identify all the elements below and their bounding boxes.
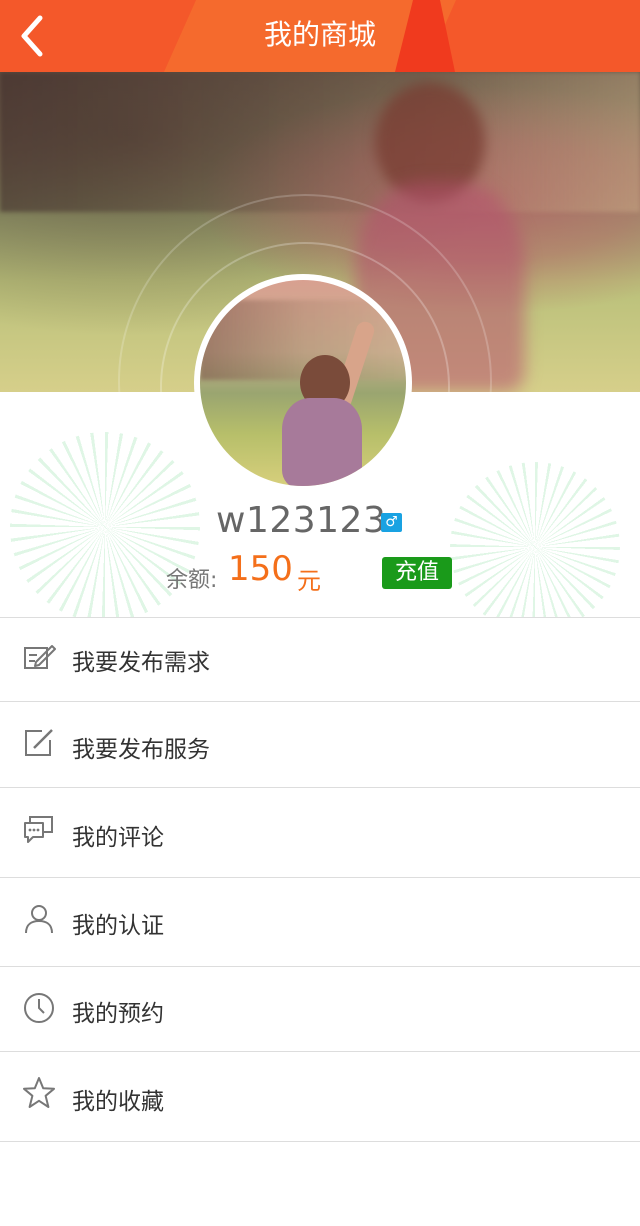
menu-item-publish-service[interactable]: 我要发布服务 (0, 702, 640, 788)
male-icon: ♂ (381, 513, 402, 532)
edit-square-icon (25, 729, 53, 756)
recharge-button[interactable]: 充值 (382, 557, 452, 589)
menu-item-publish-demand[interactable]: 我要发布需求 (0, 618, 640, 702)
menu-item-label: 我的评论 (72, 825, 164, 851)
menu-item-label: 我要发布服务 (72, 737, 210, 763)
menu-list: 我要发布需求 我要发布服务 我的评论 我的认证 我的预约 我的收藏 (0, 617, 640, 1142)
edit-document-icon (24, 645, 56, 669)
balance-label: 余额: (166, 568, 218, 593)
balance-value: 150 (228, 549, 293, 589)
chevron-left-icon (21, 15, 43, 57)
clock-icon (24, 993, 54, 1023)
menu-item-certification[interactable]: 我的认证 (0, 878, 640, 967)
balance-unit: 元 (297, 567, 321, 595)
dandelion-decoration (450, 462, 620, 617)
back-button[interactable] (0, 0, 72, 72)
menu-item-comments[interactable]: 我的评论 (0, 788, 640, 878)
avatar-photo (200, 280, 406, 486)
menu-item-favorites[interactable]: 我的收藏 (0, 1052, 640, 1142)
username: w123123 (216, 500, 387, 541)
comment-icon (24, 816, 53, 843)
avatar[interactable] (194, 274, 412, 492)
user-icon (25, 905, 53, 934)
top-bar: 我的商城 (0, 0, 640, 72)
star-icon (23, 1077, 55, 1108)
menu-item-appointments[interactable]: 我的预约 (0, 967, 640, 1052)
menu-item-label: 我要发布需求 (72, 650, 210, 676)
menu-item-label: 我的预约 (72, 1001, 164, 1027)
menu-item-label: 我的收藏 (72, 1089, 164, 1115)
menu-item-label: 我的认证 (72, 913, 164, 939)
